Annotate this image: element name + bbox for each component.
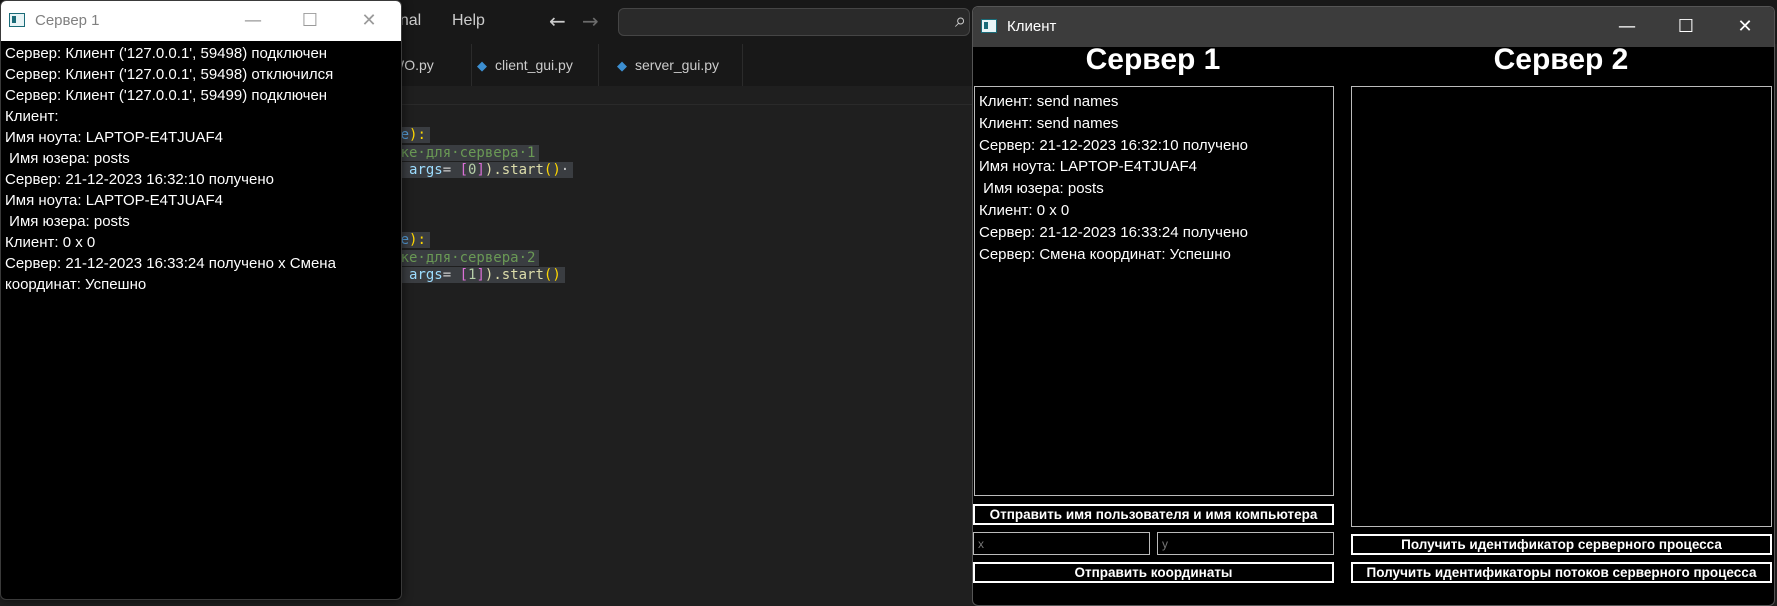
log-line: Клиент: send names	[979, 114, 1119, 132]
x-coordinate-input[interactable]	[973, 532, 1150, 555]
y-coordinate-input[interactable]	[1157, 532, 1334, 555]
send-coordinates-button[interactable]: Отправить координаты	[973, 562, 1334, 583]
python-file-icon: ◆	[477, 58, 487, 73]
server-titlebar[interactable]: Сервер 1 — ☐ ✕	[1, 1, 401, 41]
log-line: Сервер: Клиент ('127.0.0.1', 59498) подк…	[5, 45, 328, 62]
log-line: Имя ноута: LAPTOP-E4TJUAF4	[979, 158, 1197, 176]
server2-log	[1352, 87, 1771, 91]
maximize-icon[interactable]: ☐	[1668, 13, 1704, 41]
code-token: ()	[543, 267, 561, 283]
command-center-search[interactable]	[618, 8, 970, 36]
code-token: ):	[409, 127, 426, 143]
code-token: [	[459, 162, 469, 178]
send-names-button[interactable]: Отправить имя пользователя и имя компьют…	[973, 504, 1334, 525]
code-token: ):	[409, 232, 426, 248]
close-icon[interactable]: ✕	[351, 7, 387, 35]
server2-log-box[interactable]	[1351, 86, 1772, 527]
server1-log: Клиент: send names Клиент: send names Серв…	[975, 87, 1333, 265]
log-line: Сервер: Клиент ('127.0.0.1', 59499) подк…	[5, 87, 328, 104]
log-line: Сервер: Клиент ('127.0.0.1', 59498) откл…	[5, 66, 334, 83]
close-icon[interactable]: ✕	[1727, 13, 1763, 41]
server-window: Сервер 1 — ☐ ✕ Сервер: Клиент ('127.0.0.…	[0, 0, 402, 600]
app-window-icon	[981, 19, 997, 33]
minimize-icon[interactable]: —	[1609, 13, 1645, 41]
tab-label: server_gui.py	[635, 57, 720, 73]
log-line: Клиент:	[5, 108, 59, 125]
code-token: =	[442, 162, 460, 178]
client-titlebar[interactable]: Клиент — ☐ ✕	[973, 7, 1774, 47]
get-server-pid-button[interactable]: Получить идентификатор серверного процес…	[1351, 534, 1772, 555]
server2-header: Сервер 2	[1493, 43, 1629, 76]
code-token: ).start	[484, 267, 544, 283]
forward-arrow-icon[interactable]: →	[582, 9, 599, 33]
code-token: ).start	[484, 162, 544, 178]
server1-header: Сервер 1	[1085, 43, 1221, 76]
log-line: Имя ноута: LAPTOP-E4TJUAF4	[5, 129, 223, 146]
log-line: Сервер: 21-12-2023 16:33:24 получено x С…	[5, 255, 341, 293]
code-token: ]	[476, 162, 485, 178]
log-line: Сервер: Смена координат: Успешно	[979, 245, 1231, 263]
log-line: Имя юзера: posts	[5, 150, 130, 167]
back-arrow-icon[interactable]: ←	[549, 9, 566, 33]
log-line: Имя ноута: LAPTOP-E4TJUAF4	[5, 192, 223, 209]
app-window-icon	[9, 13, 25, 27]
code-token: ·	[560, 162, 570, 178]
server1-log-box[interactable]: Клиент: send names Клиент: send names Серв…	[974, 86, 1334, 496]
minimize-icon[interactable]: —	[235, 7, 271, 35]
log-line: Клиент: 0 x 0	[979, 201, 1070, 219]
client-window: Клиент — ☐ ✕ Сервер 1 Сервер 2 Клиент: s…	[972, 6, 1775, 606]
maximize-icon[interactable]: ☐	[292, 7, 328, 35]
log-line: Имя юзера: posts	[979, 180, 1104, 198]
log-line: Имя юзера: posts	[5, 213, 130, 230]
python-file-icon: ◆	[617, 58, 627, 73]
tab-server-gui-py[interactable]: ◆ server_gui.py	[599, 44, 743, 86]
log-line: Сервер: 21-12-2023 16:32:10 получено	[5, 171, 274, 188]
log-line: Клиент: send names	[979, 93, 1119, 110]
code-token: args	[409, 162, 443, 178]
server-log: Сервер: Клиент ('127.0.0.1', 59498) подк…	[5, 43, 395, 295]
server-window-title: Сервер 1	[35, 12, 100, 29]
log-line: Сервер: 21-12-2023 16:33:24 получено	[979, 223, 1248, 241]
code-token: [	[459, 267, 469, 283]
tab-label: client_gui.py	[495, 57, 573, 73]
menu-help[interactable]: Help	[452, 12, 485, 30]
search-icon[interactable]: ⌕	[955, 8, 966, 32]
client-window-title: Клиент	[1007, 18, 1057, 35]
log-line: Клиент: 0 x 0	[5, 234, 96, 251]
code-token: =	[442, 267, 460, 283]
log-line: Сервер: 21-12-2023 16:32:10 получено	[979, 136, 1248, 154]
code-token: ()	[543, 162, 561, 178]
get-server-thread-ids-button[interactable]: Получить идентификаторы потоков серверно…	[1351, 562, 1772, 583]
tab-client-gui-py[interactable]: ◆ client_gui.py	[463, 44, 599, 86]
code-token: args	[409, 267, 443, 283]
code-token: ]	[476, 267, 485, 283]
